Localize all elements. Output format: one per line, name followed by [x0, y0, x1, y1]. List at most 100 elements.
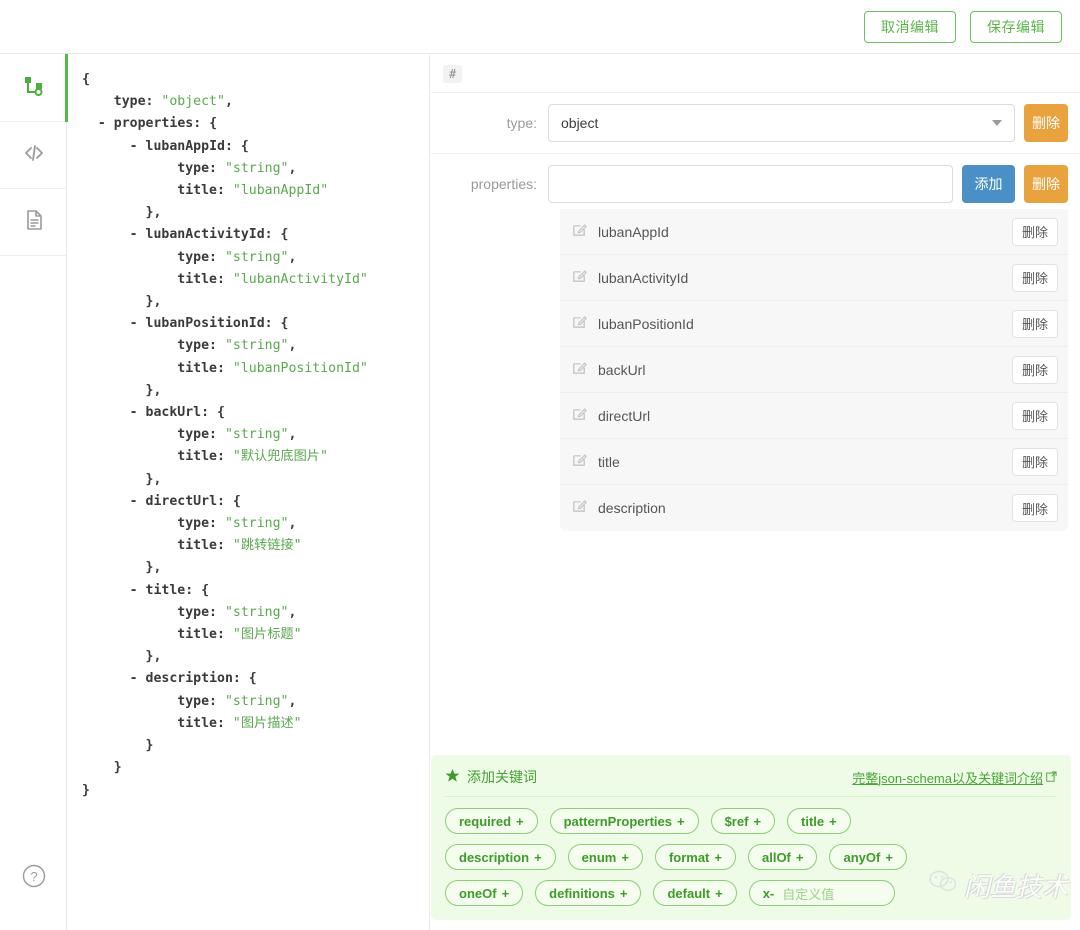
delete-type-button[interactable]: 删除: [1024, 104, 1068, 142]
sidebar-item-document-view[interactable]: [0, 189, 67, 256]
edit-pencil-icon[interactable]: [572, 452, 587, 472]
property-name: title: [598, 454, 1012, 470]
keyword-chip-label: anyOf: [843, 850, 880, 865]
json-line: type: "string",: [82, 158, 429, 180]
json-tree-pane[interactable]: { type: "object", - properties: { - luba…: [68, 55, 430, 930]
json-line: - lubanAppId: {: [82, 136, 429, 158]
keyword-chip-rows: required+patternProperties+$ref+title+de…: [445, 797, 1057, 906]
json-line: title: "lubanPositionId": [82, 358, 429, 380]
plus-icon: +: [502, 886, 510, 901]
delete-property-button[interactable]: 删除: [1012, 218, 1058, 246]
property-name: directUrl: [598, 408, 1012, 424]
json-line: title: "跳转链接": [82, 535, 429, 557]
json-line: },: [82, 202, 429, 224]
json-line: - properties: {: [82, 113, 429, 135]
json-schema-doc-link-label: 完整json-schema以及关键词介绍: [852, 768, 1043, 787]
keyword-chip-required[interactable]: required +: [445, 808, 538, 834]
edit-pencil-icon[interactable]: [572, 314, 587, 334]
keyword-chip-label: required: [459, 814, 511, 829]
delete-property-button[interactable]: 删除: [1012, 494, 1058, 522]
property-name: lubanAppId: [598, 224, 1012, 240]
edit-pencil-icon[interactable]: [572, 498, 587, 518]
property-name: description: [598, 500, 1012, 516]
delete-properties-button[interactable]: 删除: [1024, 165, 1068, 203]
new-property-input[interactable]: [548, 165, 953, 203]
keyword-chip-label: enum: [582, 850, 617, 865]
json-line: },: [82, 291, 429, 313]
json-line: - lubanActivityId: {: [82, 224, 429, 246]
json-line: },: [82, 469, 429, 491]
sidebar-item-tree-view[interactable]: [0, 55, 67, 122]
edit-pencil-icon[interactable]: [572, 268, 587, 288]
add-keyword-title: 添加关键词: [445, 767, 537, 787]
keyword-chip-ref[interactable]: $ref +: [711, 808, 775, 834]
edit-pencil-icon[interactable]: [572, 406, 587, 426]
json-line: },: [82, 380, 429, 402]
plus-icon: +: [620, 886, 628, 901]
json-line: - title: {: [82, 580, 429, 602]
edit-pencil-icon[interactable]: [572, 360, 587, 380]
json-tree-content: { type: "object", - properties: { - luba…: [82, 69, 429, 802]
add-property-button[interactable]: 添加: [962, 165, 1015, 203]
keyword-chip-allof[interactable]: allOf+: [748, 844, 818, 870]
cancel-edit-button[interactable]: 取消编辑: [864, 11, 956, 43]
edit-pencil-icon[interactable]: [572, 222, 587, 242]
keyword-chip-row: oneOf+ definitions + default+ x-自定义值: [445, 880, 1057, 906]
property-name: lubanPositionId: [598, 316, 1012, 332]
keyword-chip-label: format: [669, 850, 709, 865]
custom-keyword-chip[interactable]: x-自定义值: [749, 880, 896, 906]
property-row: description删除: [560, 485, 1068, 531]
json-line: - lubanPositionId: {: [82, 313, 429, 335]
delete-property-button[interactable]: 删除: [1012, 448, 1058, 476]
json-schema-editor-app: 取消编辑 保存编辑: [0, 0, 1080, 930]
add-keyword-header: 添加关键词 完整json-schema以及关键词介绍: [445, 767, 1057, 797]
keyword-chip-enum[interactable]: enum +: [568, 844, 643, 870]
help-button[interactable]: ?: [0, 863, 67, 894]
keyword-chip-label: description: [459, 850, 529, 865]
json-schema-doc-link[interactable]: 完整json-schema以及关键词介绍: [852, 768, 1057, 787]
json-line: type: "object",: [82, 91, 429, 113]
keyword-chip-anyof[interactable]: anyOf +: [829, 844, 906, 870]
plus-icon: +: [677, 814, 685, 829]
delete-property-button[interactable]: 删除: [1012, 356, 1058, 384]
keyword-chip-format[interactable]: format +: [655, 844, 736, 870]
keyword-chip-label: title: [801, 814, 824, 829]
type-select[interactable]: object: [548, 104, 1015, 142]
plus-icon: +: [753, 814, 761, 829]
keyword-chip-oneof[interactable]: oneOf+: [445, 880, 523, 906]
plus-icon: +: [796, 850, 804, 865]
plus-icon: +: [885, 850, 893, 865]
keyword-chip-title[interactable]: title +: [787, 808, 851, 834]
delete-property-button[interactable]: 删除: [1012, 264, 1058, 292]
property-row: lubanPositionId删除: [560, 301, 1068, 347]
json-line: title: "lubanActivityId": [82, 269, 429, 291]
delete-property-button[interactable]: 删除: [1012, 310, 1058, 338]
delete-property-button[interactable]: 删除: [1012, 402, 1058, 430]
keyword-chip-patternproperties[interactable]: patternProperties+: [550, 808, 699, 834]
property-name: backUrl: [598, 362, 1012, 378]
keyword-chip-description[interactable]: description+: [445, 844, 556, 870]
custom-keyword-placeholder: 自定义值: [782, 884, 834, 903]
type-field-label: type:: [431, 115, 548, 131]
json-line: - description: {: [82, 668, 429, 690]
keyword-chip-label: definitions: [549, 886, 615, 901]
plus-icon: +: [829, 814, 837, 829]
json-line: {: [82, 69, 429, 91]
tree-structure-icon: [22, 74, 46, 103]
keyword-chip-default[interactable]: default+: [653, 880, 736, 906]
plus-icon: +: [714, 850, 722, 865]
plus-icon: +: [516, 814, 524, 829]
property-row: lubanAppId删除: [560, 209, 1068, 255]
keyword-chip-label: $ref: [725, 814, 749, 829]
add-keyword-label: 添加关键词: [467, 767, 537, 787]
property-row: title删除: [560, 439, 1068, 485]
sidebar-rail: ?: [0, 55, 67, 930]
keyword-chip-definitions[interactable]: definitions +: [535, 880, 641, 906]
json-line: type: "string",: [82, 247, 429, 269]
sidebar-item-code-view[interactable]: [0, 122, 67, 189]
property-name: lubanActivityId: [598, 270, 1012, 286]
plus-icon: +: [621, 850, 629, 865]
top-toolbar: 取消编辑 保存编辑: [0, 0, 1080, 54]
save-edit-button[interactable]: 保存编辑: [970, 11, 1062, 43]
keyword-chip-row: description+enum+format+allOf+anyOf+: [445, 844, 1057, 870]
